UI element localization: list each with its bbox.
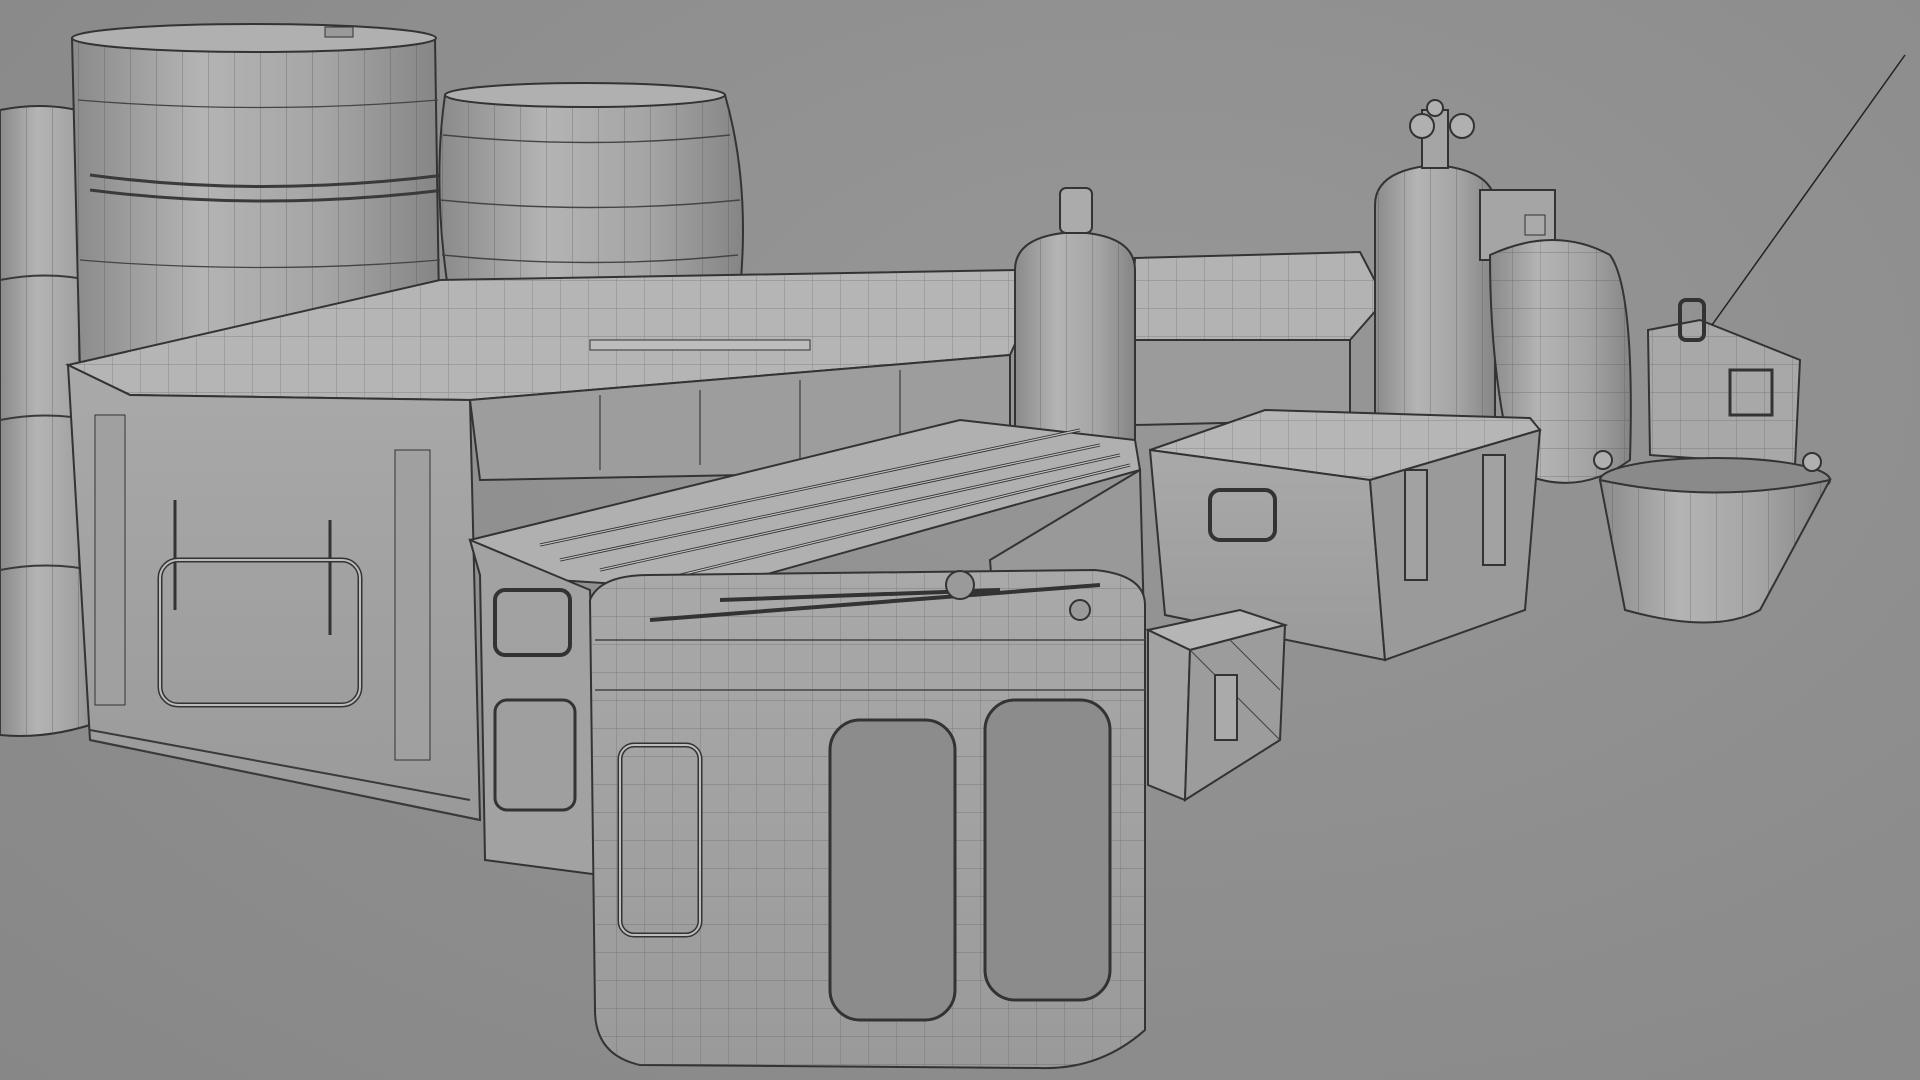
wireframe-scene [0, 23, 1906, 1070]
ammo-box-icon[interactable] [1646, 54, 1906, 467]
bucket-icon[interactable] [1593, 450, 1832, 624]
3d-viewport[interactable] [0, 0, 1920, 1080]
container-rounded-icon[interactable] [588, 568, 1146, 1070]
crate-back-icon[interactable] [1128, 250, 1387, 427]
toolbox-small-icon[interactable] [1144, 608, 1289, 802]
gas-cylinder-tall-icon[interactable] [1014, 187, 1136, 441]
gas-cylinder-valve-icon[interactable] [1374, 99, 1496, 431]
